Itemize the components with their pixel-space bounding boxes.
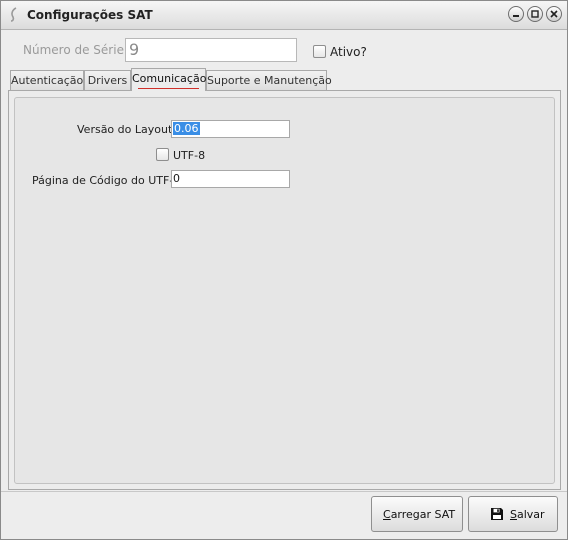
ativo-label[interactable]: Ativo? bbox=[330, 45, 367, 59]
tab-label: Comunicação bbox=[132, 72, 207, 85]
comunicacao-group bbox=[14, 97, 555, 484]
close-icon bbox=[550, 10, 558, 18]
tab-label: Drivers bbox=[87, 74, 128, 87]
app-icon bbox=[10, 7, 17, 22]
minimize-icon bbox=[513, 15, 519, 17]
ativo-checkbox[interactable] bbox=[313, 45, 326, 58]
utf8-label[interactable]: UTF-8 bbox=[173, 149, 205, 162]
tab-label: Suporte e Manutenção bbox=[207, 74, 332, 87]
tab-label: Autenticação bbox=[11, 74, 84, 87]
minimize-button[interactable] bbox=[508, 6, 524, 22]
layout-version-label: Versão do Layout bbox=[77, 123, 173, 136]
footer-divider bbox=[1, 491, 567, 492]
salvar-label: Salvar bbox=[510, 508, 545, 521]
title-bar[interactable]: Configurações SAT bbox=[1, 1, 567, 30]
serial-number-label: Número de Série bbox=[23, 43, 124, 57]
tab-comunicacao[interactable]: Comunicação bbox=[131, 68, 206, 91]
codepage-label: Página de Código do UTF-8 bbox=[32, 174, 181, 187]
serial-number-field[interactable]: 9 bbox=[125, 38, 297, 62]
maximize-button[interactable] bbox=[527, 6, 543, 22]
tab-drivers[interactable]: Drivers bbox=[84, 70, 131, 90]
layout-version-input[interactable]: 0.06 bbox=[171, 120, 290, 138]
codepage-input[interactable]: 0 bbox=[171, 170, 290, 188]
active-tab-indicator bbox=[138, 88, 199, 89]
maximize-icon bbox=[531, 10, 539, 18]
tab-autenticacao[interactable]: Autenticação bbox=[10, 70, 84, 90]
layout-version-value: 0.06 bbox=[173, 122, 200, 135]
tab-content-panel bbox=[8, 90, 561, 490]
close-button[interactable] bbox=[546, 6, 562, 22]
carregar-sat-label: Carregar SAT bbox=[383, 508, 456, 521]
salvar-button[interactable]: Salvar bbox=[468, 496, 558, 532]
floppy-disk-icon bbox=[491, 508, 503, 520]
window-title: Configurações SAT bbox=[27, 8, 153, 22]
configuracoes-sat-window: Configurações SAT Número de Série 9 Ativ… bbox=[0, 0, 568, 540]
utf8-checkbox[interactable] bbox=[156, 148, 169, 161]
tab-suporte-manutencao[interactable]: Suporte e Manutenção bbox=[206, 70, 332, 90]
carregar-sat-button[interactable]: Carregar SAT bbox=[371, 496, 463, 532]
